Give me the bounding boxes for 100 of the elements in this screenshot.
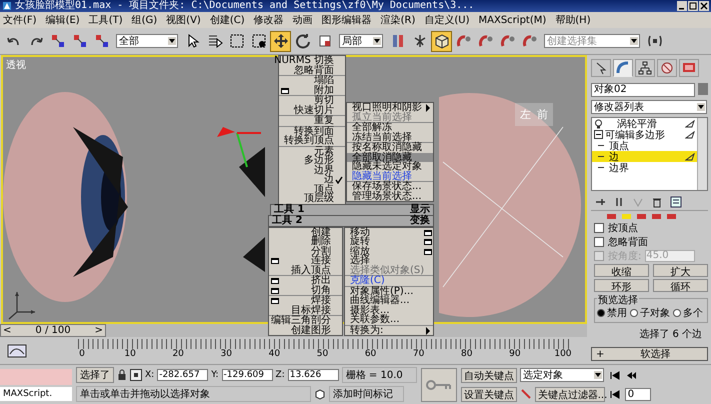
selection-button[interactable]: 扩大 [653, 264, 708, 277]
settings-box-icon[interactable] [271, 278, 279, 284]
selection-button[interactable]: 循环 [653, 279, 708, 292]
configure-icon[interactable] [670, 196, 682, 208]
menu-item[interactable]: 组(G) [132, 13, 158, 27]
maximize-icon[interactable] [688, 1, 698, 11]
key-filters-button[interactable]: 关键点过滤器... [534, 386, 605, 402]
menu-item[interactable]: 帮助(H) [555, 13, 591, 27]
cube-button[interactable] [431, 30, 452, 52]
curve-tab[interactable] [613, 59, 633, 77]
settings-box-icon[interactable] [271, 298, 279, 304]
trash-icon[interactable] [651, 196, 663, 208]
track-bar[interactable]: 0 10 20 30 40 50 60 70 80 90 100 [72, 338, 573, 363]
radio-button[interactable] [673, 309, 681, 317]
radio-button[interactable] [630, 309, 638, 317]
checkbox[interactable] [594, 223, 604, 233]
quad-menu-item[interactable]: 塌陷 [279, 76, 345, 86]
quad-menu-item[interactable]: 忽略背面 [279, 66, 345, 75]
quad-menu-item[interactable]: 顶层级 [279, 194, 345, 204]
quad-menu-item[interactable]: 移动 [345, 228, 433, 237]
time-tag-icon[interactable] [314, 388, 326, 400]
collapse-toggle-icon[interactable] [594, 130, 603, 139]
menu-item[interactable]: 自定义(U) [424, 13, 470, 27]
quad-menu-item[interactable]: 摄影表... [345, 306, 433, 315]
key-mode-dropdown[interactable]: 选定对象 [520, 368, 604, 382]
quad-menu-item[interactable]: 删除 [269, 237, 342, 246]
settings-box-icon[interactable] [281, 88, 289, 94]
lock-icon[interactable] [117, 369, 127, 381]
key-filter-icon[interactable] [520, 388, 532, 400]
quad-menu-item[interactable]: 创建 [269, 228, 342, 237]
settings-box-icon[interactable] [424, 239, 432, 245]
quad-menu-item[interactable]: 创建图形 [269, 326, 342, 335]
quad-menu-item[interactable]: 隐藏当前选择 [347, 172, 433, 181]
coordinate-dropdown[interactable]: 局部 [339, 34, 383, 48]
quad-menu-item[interactable]: 视口照明和阴影 [347, 103, 433, 112]
settings-box-icon[interactable] [271, 258, 279, 264]
menu-item[interactable]: MAXScript(M) [478, 14, 546, 26]
quad-menu-item[interactable]: 剪切 [279, 96, 345, 106]
quad-menu-item[interactable]: 边界 [279, 166, 345, 175]
listener-input-field[interactable]: MAXScript. [0, 386, 72, 400]
quad-menu-item[interactable]: 编辑三角剖分 [269, 316, 342, 326]
time-slider-thumb[interactable]: < 0 / 100 > [0, 324, 106, 338]
motion-tab[interactable] [657, 59, 677, 77]
sub-object-level-item[interactable]: 边界 [592, 162, 697, 173]
soft-selection-rollout[interactable]: + 软选择 [591, 347, 708, 361]
key-mode-toggle-icon[interactable] [608, 388, 622, 400]
coordinate-field[interactable]: -282.657 [157, 369, 208, 381]
quad-menu-item[interactable]: 元素 [279, 146, 345, 156]
quad-menu-item[interactable]: 选择 [345, 256, 433, 266]
time-slider-prev[interactable]: < [3, 325, 12, 336]
radio-button[interactable] [597, 309, 605, 317]
quad-menu-item[interactable]: 保存场景状态... [347, 182, 433, 192]
pin-icon[interactable] [594, 196, 606, 208]
menu-item[interactable]: 修改器 [254, 13, 284, 27]
modifier-list-dropdown[interactable]: 修改器列表 [591, 100, 707, 114]
previous-frame-icon[interactable] [624, 370, 638, 380]
quad-menu-item[interactable]: 焊接 [269, 296, 342, 306]
menu-item[interactable]: 图形编辑器 [322, 13, 372, 27]
coordinate-field[interactable]: 13.626 [288, 369, 339, 381]
selection-button[interactable]: 收缩 [594, 264, 649, 277]
current-frame-field[interactable]: 0 [624, 388, 651, 400]
absolute-mode-icon[interactable] [130, 369, 142, 381]
set-key-text-button[interactable]: 设置关键点 [460, 386, 517, 402]
object-name-field[interactable]: 对象02 [591, 83, 695, 97]
coordinate-field[interactable]: -129.609 [222, 369, 273, 381]
quad-menu-item[interactable]: 插入顶点 [269, 266, 342, 275]
quad-menu-item[interactable]: 曲线编辑器... [345, 296, 433, 306]
quad-menu-item[interactable]: 分割 [269, 246, 342, 256]
quad-menu-item[interactable]: 全部取消隐藏 [347, 152, 433, 162]
menu-item[interactable]: 文件(F) [3, 13, 37, 27]
quad-menu-item[interactable]: 转换到面 [279, 126, 345, 136]
quad-menu-item[interactable]: 克隆(C) [345, 276, 433, 286]
selection-set-dropdown[interactable]: 创建选择集 [544, 34, 640, 48]
settings-box-icon[interactable] [424, 248, 432, 254]
add-time-tag-field[interactable]: 添加时间标记 [329, 386, 404, 402]
selection-filter-dropdown[interactable]: 全部 [116, 34, 178, 48]
quad-menu-item[interactable]: 隐藏未选定对象 [347, 162, 433, 172]
curve-editor-icon[interactable] [6, 344, 28, 358]
display-tab[interactable] [679, 59, 699, 77]
quad-menu-item[interactable]: 挤出 [269, 276, 342, 286]
modifier-stack-item[interactable]: 可编辑多边形 [605, 128, 683, 142]
move-button[interactable] [270, 30, 291, 52]
selection-button[interactable]: 环形 [594, 279, 649, 292]
quad-menu-item[interactable]: 连接 [269, 256, 342, 266]
menu-item[interactable]: 工具(T) [88, 13, 123, 27]
quad-menu-item[interactable]: 转换为: [345, 326, 433, 335]
quad-menu-item[interactable]: 按名称取消隐藏 [347, 143, 433, 152]
quad-menu-item[interactable]: 重复 [279, 116, 345, 126]
pointer-tab[interactable] [591, 59, 611, 77]
listener-field[interactable] [0, 368, 72, 384]
auto-key-button[interactable]: 自动关键点 [460, 368, 517, 382]
modifier-stack-item[interactable]: 涡轮平滑 [605, 116, 683, 130]
quad-menu-item[interactable]: 旋转 [345, 237, 433, 246]
light-bulb-icon[interactable] [594, 118, 603, 128]
quad-menu-item[interactable]: 转换到顶点 [279, 136, 345, 146]
quad-menu-item[interactable]: 管理场景状态... [347, 192, 433, 201]
time-slider-next[interactable]: > [94, 325, 103, 336]
sub-object-level-item[interactable]: 顶点 [592, 140, 697, 151]
quad-menu-item[interactable]: 冻结当前选择 [347, 132, 433, 142]
quad-menu-item[interactable]: 切角 [269, 286, 342, 295]
